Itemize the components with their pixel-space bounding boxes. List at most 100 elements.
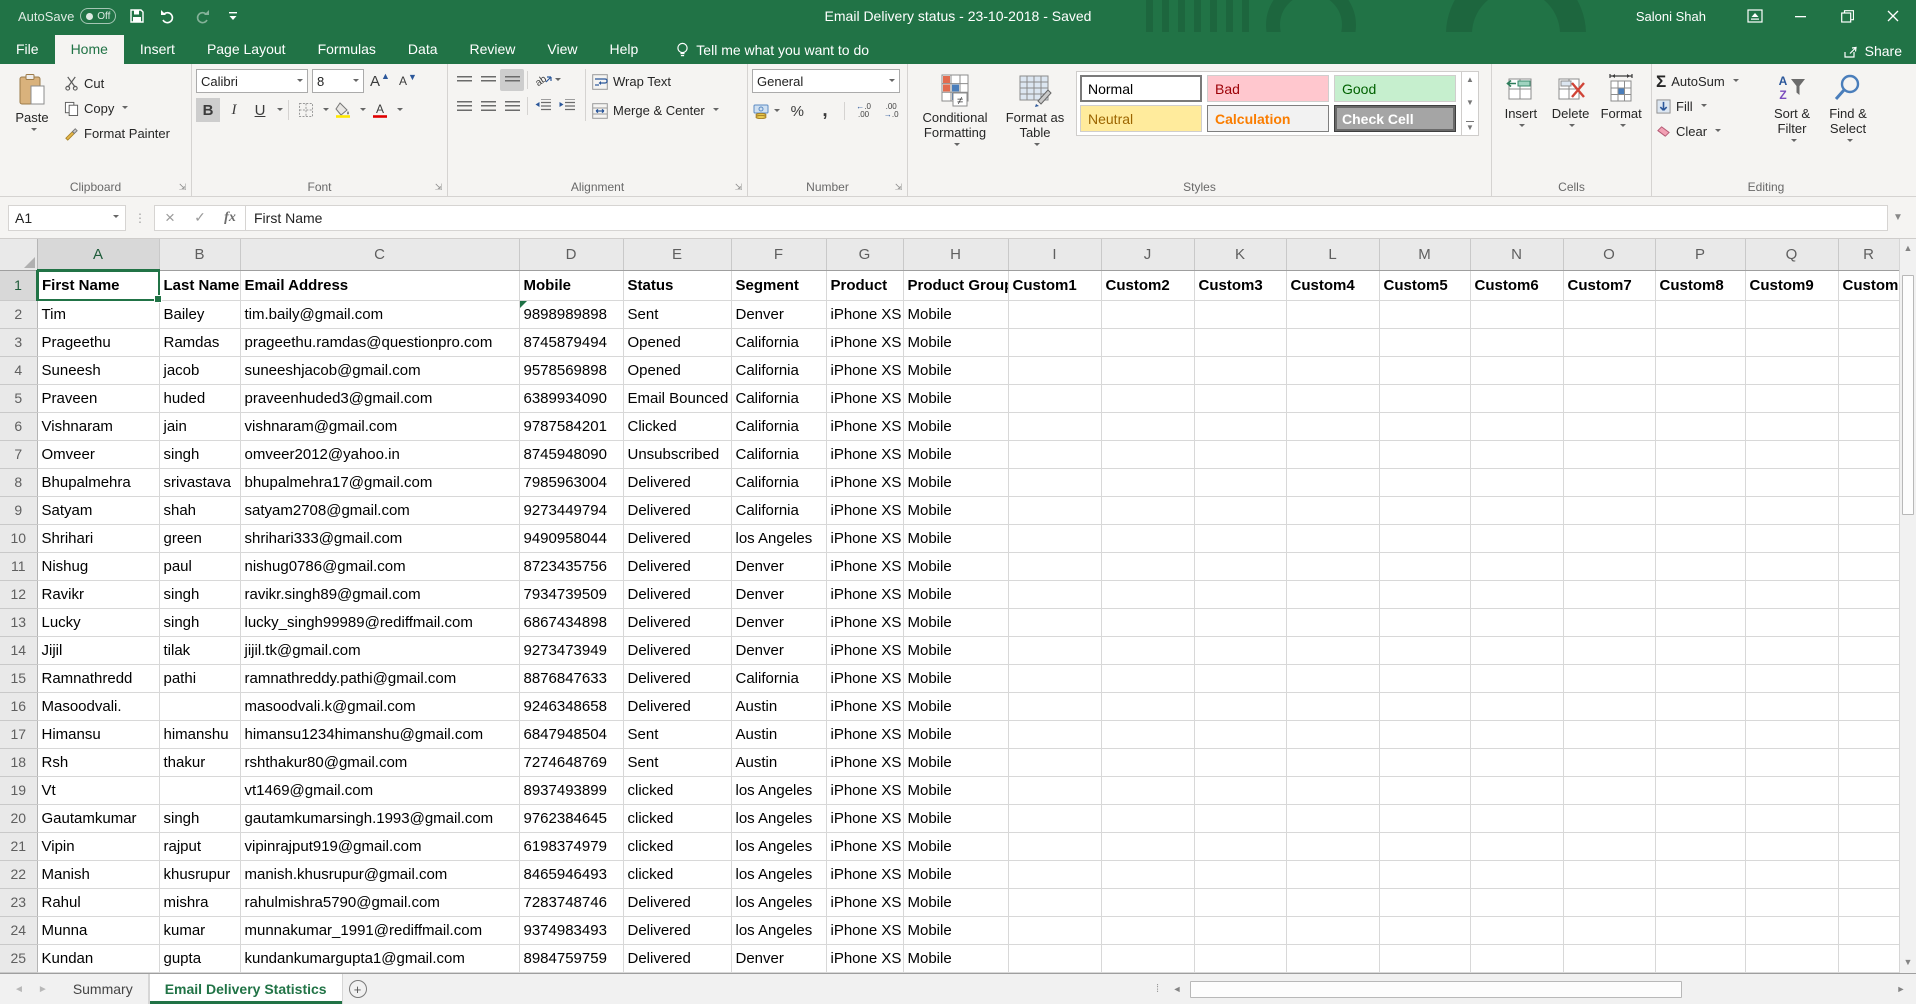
vertical-scrollbar[interactable]: ▲ ▼ [1899,239,1916,973]
undo-button[interactable] [158,5,180,27]
cell-E25[interactable]: Delivered [623,944,731,972]
cell-D23[interactable]: 7283748746 [519,888,623,916]
cell-style-check-cell[interactable]: Check Cell [1334,105,1456,132]
row-header-12[interactable]: 12 [0,580,37,608]
col-header-C[interactable]: C [240,239,519,270]
font-color-button[interactable]: A [368,98,392,122]
cell-C13[interactable]: lucky_singh99989@rediffmail.com [240,608,519,636]
cell-C25[interactable]: kundankumargupta1@gmail.com [240,944,519,972]
cell-R2[interactable] [1838,300,1899,328]
cut-button[interactable]: Cut [60,71,174,96]
cell-G4[interactable]: iPhone XS [826,356,903,384]
cell-P7[interactable] [1655,440,1745,468]
cell-K24[interactable] [1194,916,1286,944]
cell-K14[interactable] [1194,636,1286,664]
cell-A5[interactable]: Praveen [37,384,159,412]
number-dialog-launcher[interactable]: ⇲ [893,182,904,193]
row-header-8[interactable]: 8 [0,468,37,496]
cell-M20[interactable] [1379,804,1470,832]
cell-P16[interactable] [1655,692,1745,720]
cell-G1[interactable]: Product [826,270,903,300]
next-sheet-icon[interactable]: ► [38,984,48,995]
cell-H6[interactable]: Mobile [903,412,1008,440]
cell-N3[interactable] [1470,328,1563,356]
cell-M13[interactable] [1379,608,1470,636]
cell-E23[interactable]: Delivered [623,888,731,916]
cell-D11[interactable]: 8723435756 [519,552,623,580]
cell-J13[interactable] [1101,608,1194,636]
tab-insert[interactable]: Insert [124,35,191,64]
cell-I4[interactable] [1008,356,1101,384]
borders-button[interactable] [294,98,318,122]
name-box[interactable]: A1 [8,205,126,231]
cell-B12[interactable]: singh [159,580,240,608]
cell-F6[interactable]: California [731,412,826,440]
cell-style-neutral[interactable]: Neutral [1080,105,1202,132]
cell-L12[interactable] [1286,580,1379,608]
cell-R23[interactable] [1838,888,1899,916]
cell-M18[interactable] [1379,748,1470,776]
cell-A8[interactable]: Bhupalmehra [37,468,159,496]
cell-D24[interactable]: 9374983493 [519,916,623,944]
cell-G21[interactable]: iPhone XS [826,832,903,860]
cell-A15[interactable]: Ramnathredd [37,664,159,692]
cell-M25[interactable] [1379,944,1470,972]
cell-H24[interactable]: Mobile [903,916,1008,944]
cell-M22[interactable] [1379,860,1470,888]
cell-R22[interactable] [1838,860,1899,888]
cell-D7[interactable]: 8745948090 [519,440,623,468]
cell-E17[interactable]: Sent [623,720,731,748]
cell-K11[interactable] [1194,552,1286,580]
cell-D25[interactable]: 8984759759 [519,944,623,972]
cell-D3[interactable]: 8745879494 [519,328,623,356]
cell-R9[interactable] [1838,496,1899,524]
cell-L21[interactable] [1286,832,1379,860]
cell-E20[interactable]: clicked [623,804,731,832]
cell-Q24[interactable] [1745,916,1838,944]
cell-E5[interactable]: Email Bounced [623,384,731,412]
cell-N2[interactable] [1470,300,1563,328]
row-header-2[interactable]: 2 [0,300,37,328]
cell-B20[interactable]: singh [159,804,240,832]
cell-L1[interactable]: Custom4 [1286,270,1379,300]
cell-J23[interactable] [1101,888,1194,916]
clipboard-dialog-launcher[interactable]: ⇲ [177,182,188,193]
expand-formula-bar-icon[interactable]: ▼ [1888,212,1908,223]
cell-D10[interactable]: 9490958044 [519,524,623,552]
cell-O7[interactable] [1563,440,1655,468]
cell-E4[interactable]: Opened [623,356,731,384]
cell-B4[interactable]: jacob [159,356,240,384]
cell-G12[interactable]: iPhone XS [826,580,903,608]
row-header-16[interactable]: 16 [0,692,37,720]
bottom-align-button[interactable] [500,69,524,91]
cell-N11[interactable] [1470,552,1563,580]
cell-F5[interactable]: California [731,384,826,412]
row-header-19[interactable]: 19 [0,776,37,804]
find-select-button[interactable]: Find & Select [1820,69,1876,148]
increase-decimal-button[interactable]: ←.0.00 [852,99,876,123]
fill-color-button[interactable] [331,98,355,122]
cell-L16[interactable] [1286,692,1379,720]
cell-C22[interactable]: manish.khusrupur@gmail.com [240,860,519,888]
col-header-E[interactable]: E [623,239,731,270]
cell-M5[interactable] [1379,384,1470,412]
cell-R13[interactable] [1838,608,1899,636]
cell-H16[interactable]: Mobile [903,692,1008,720]
cell-Q8[interactable] [1745,468,1838,496]
cell-G20[interactable]: iPhone XS [826,804,903,832]
cell-J9[interactable] [1101,496,1194,524]
cell-C14[interactable]: jijil.tk@gmail.com [240,636,519,664]
cell-I8[interactable] [1008,468,1101,496]
cell-J5[interactable] [1101,384,1194,412]
cell-I2[interactable] [1008,300,1101,328]
cell-C5[interactable]: praveenhuded3@gmail.com [240,384,519,412]
cell-L25[interactable] [1286,944,1379,972]
cell-D20[interactable]: 9762384645 [519,804,623,832]
cell-O3[interactable] [1563,328,1655,356]
row-header-3[interactable]: 3 [0,328,37,356]
col-header-D[interactable]: D [519,239,623,270]
row-header-5[interactable]: 5 [0,384,37,412]
scroll-left-icon[interactable]: ◄ [1168,984,1186,994]
cell-P24[interactable] [1655,916,1745,944]
cell-G14[interactable]: iPhone XS [826,636,903,664]
